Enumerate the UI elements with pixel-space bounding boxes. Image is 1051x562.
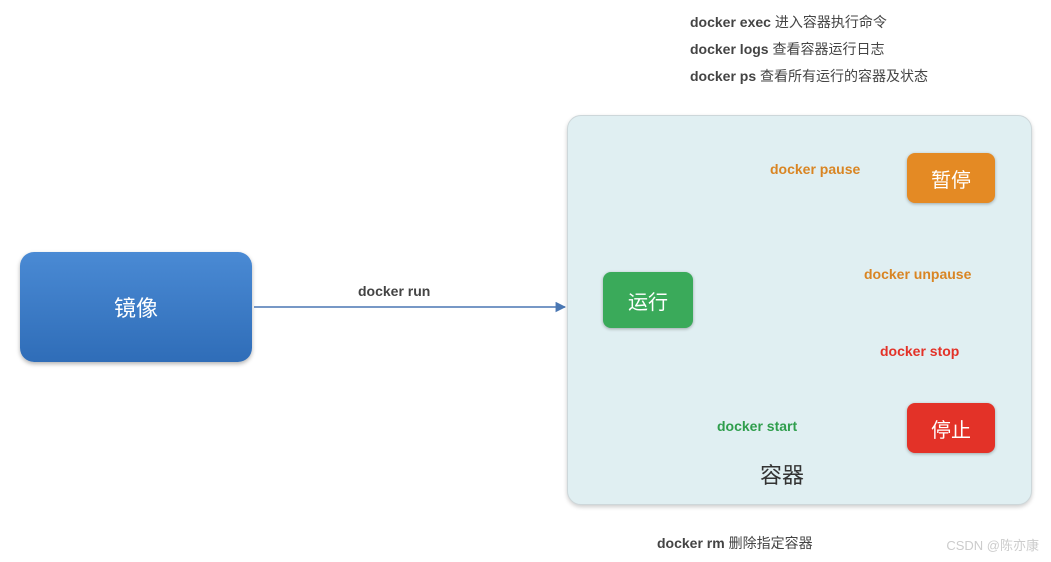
edge-pause-label: docker pause [770,161,860,177]
state-pause-label: 暂停 [931,164,971,193]
image-node-label: 镜像 [114,291,158,323]
state-run-label: 运行 [628,286,668,315]
edge-unpause-label: docker unpause [864,266,971,282]
docker-run-label: docker run [358,283,430,299]
state-stop: 停止 [907,403,995,453]
state-run: 运行 [603,272,693,328]
edge-stop-label: docker stop [880,343,959,359]
info-row: docker logs 查看容器运行日志 [690,37,928,62]
watermark: CSDN @陈亦康 [946,535,1039,554]
info-row: docker exec 进入容器执行命令 [690,10,928,35]
command-info-list: docker exec 进入容器执行命令 docker logs 查看容器运行日… [690,10,928,92]
info-row: docker ps 查看所有运行的容器及状态 [690,64,928,89]
edge-start-label: docker start [717,418,797,434]
container-title: 容器 [760,458,804,490]
state-stop-label: 停止 [931,414,971,443]
docker-rm-label: docker rm 删除指定容器 [657,533,813,553]
state-pause: 暂停 [907,153,995,203]
image-node: 镜像 [20,252,252,362]
